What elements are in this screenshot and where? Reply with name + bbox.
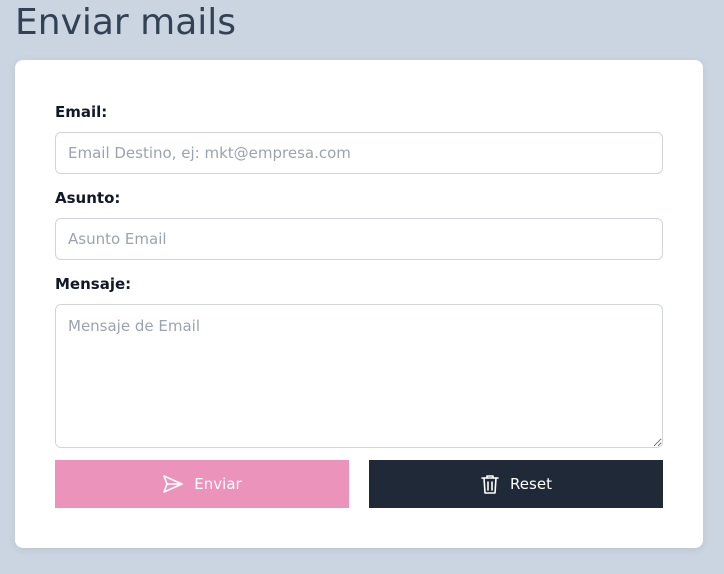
email-label: Email: — [55, 103, 108, 121]
subject-label: Asunto: — [55, 189, 121, 207]
send-icon — [162, 474, 184, 494]
page-title: Enviar mails — [15, 2, 237, 43]
message-textarea[interactable] — [55, 304, 663, 448]
message-label: Mensaje: — [55, 275, 132, 293]
send-button[interactable]: Enviar — [55, 460, 349, 508]
email-form-card: Email: Asunto: Mensaje: Enviar Reset — [15, 60, 703, 548]
reset-button[interactable]: Reset — [369, 460, 663, 508]
trash-icon — [480, 473, 500, 495]
email-input[interactable] — [55, 132, 663, 174]
subject-input[interactable] — [55, 218, 663, 260]
send-button-label: Enviar — [194, 475, 242, 493]
reset-button-label: Reset — [510, 475, 552, 493]
